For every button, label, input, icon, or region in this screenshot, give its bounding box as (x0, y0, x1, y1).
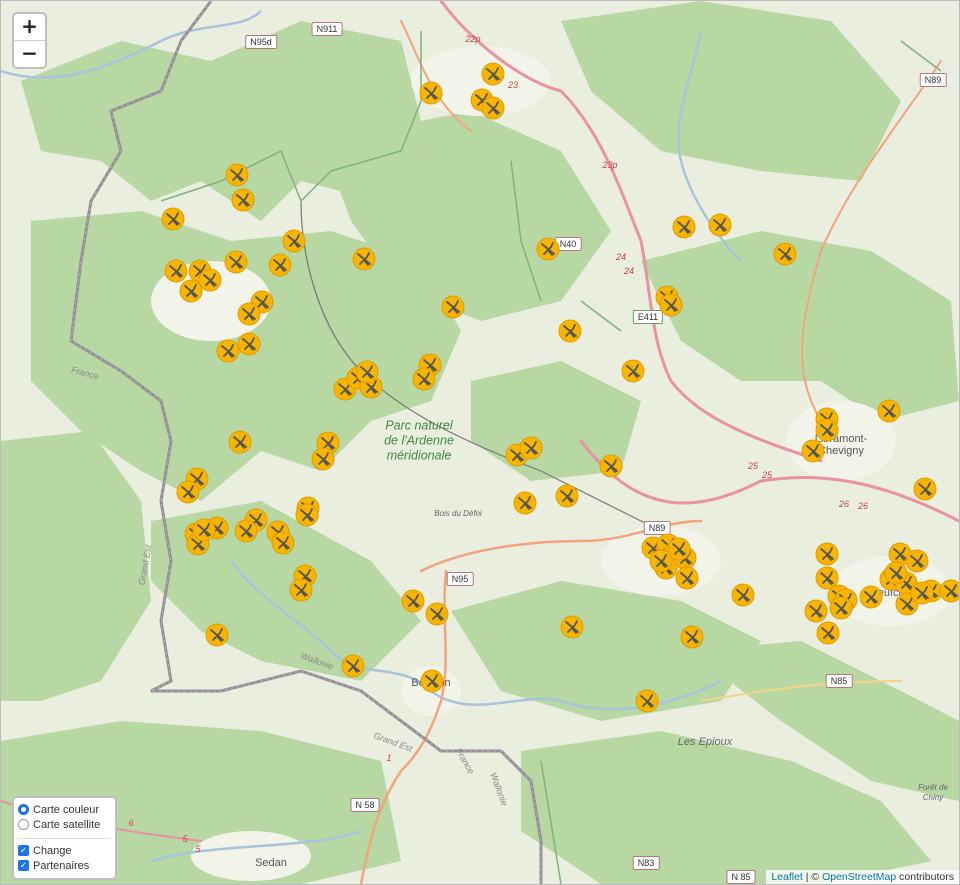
base-layer-option-color[interactable]: Carte couleur (18, 802, 110, 817)
base-layer-label: Carte satellite (33, 818, 101, 831)
zoom-control: + − (12, 12, 47, 69)
satellite-dish-marker-icon[interactable] (599, 454, 623, 478)
radio-selected-icon[interactable] (18, 804, 29, 815)
overlay-option-partenaires[interactable]: ✓ Partenaires (18, 858, 110, 873)
satellite-dish-marker-icon[interactable] (555, 484, 579, 508)
satellite-dish-marker-icon[interactable] (341, 654, 365, 678)
base-layer-label: Carte couleur (33, 803, 100, 816)
satellite-dish-marker-icon[interactable] (773, 242, 797, 266)
satellite-dish-marker-icon[interactable] (667, 537, 691, 561)
satellite-dish-marker-icon[interactable] (675, 566, 699, 590)
satellite-dish-marker-icon[interactable] (560, 615, 584, 639)
overlay-label: Partenaires (33, 859, 90, 872)
map-container[interactable]: Parc naturel de l'Ardenne méridionale Li… (0, 0, 960, 885)
satellite-dish-marker-icon[interactable] (179, 279, 203, 303)
satellite-dish-marker-icon[interactable] (815, 542, 839, 566)
attribution-suffix: contributors (896, 871, 954, 883)
satellite-dish-marker-icon[interactable] (234, 519, 258, 543)
satellite-dish-marker-icon[interactable] (237, 332, 261, 356)
satellite-dish-marker-icon[interactable] (672, 215, 696, 239)
layer-control: Carte couleur Carte satellite ✓ Change ✓… (12, 796, 117, 880)
satellite-dish-marker-icon[interactable] (192, 518, 216, 542)
satellite-dish-marker-icon[interactable] (536, 237, 560, 261)
satellite-dish-marker-icon[interactable] (708, 213, 732, 237)
satellite-dish-marker-icon[interactable] (481, 62, 505, 86)
satellite-dish-marker-icon[interactable] (441, 295, 465, 319)
satellite-dish-marker-icon[interactable] (161, 207, 185, 231)
satellite-dish-marker-icon[interactable] (401, 589, 425, 613)
satellite-dish-marker-icon[interactable] (804, 599, 828, 623)
satellite-dish-marker-icon[interactable] (231, 188, 255, 212)
satellite-dish-marker-icon[interactable] (425, 602, 449, 626)
satellite-dish-marker-icon[interactable] (311, 447, 335, 471)
satellite-dish-marker-icon[interactable] (913, 477, 937, 501)
checkbox-checked-icon[interactable]: ✓ (18, 860, 29, 871)
satellite-dish-marker-icon[interactable] (558, 319, 582, 343)
zoom-in-button[interactable]: + (14, 14, 45, 40)
satellite-dish-marker-icon[interactable] (801, 439, 825, 463)
attribution: Leaflet | © OpenStreetMap contributors (766, 870, 959, 884)
satellite-dish-marker-icon[interactable] (621, 359, 645, 383)
satellite-dish-marker-icon[interactable] (176, 480, 200, 504)
satellite-dish-marker-icon[interactable] (295, 503, 319, 527)
satellite-dish-marker-icon[interactable] (519, 436, 543, 460)
satellite-dish-marker-icon[interactable] (225, 163, 249, 187)
overlay-option-change[interactable]: ✓ Change (18, 843, 110, 858)
satellite-dish-marker-icon[interactable] (352, 247, 376, 271)
satellite-dish-marker-icon[interactable] (268, 253, 292, 277)
satellite-dish-marker-icon[interactable] (939, 579, 959, 603)
satellite-dish-marker-icon[interactable] (419, 81, 443, 105)
satellite-dish-marker-icon[interactable] (420, 669, 444, 693)
satellite-dish-marker-icon[interactable] (815, 418, 839, 442)
satellite-dish-marker-icon[interactable] (731, 583, 755, 607)
satellite-dish-marker-icon[interactable] (659, 293, 683, 317)
satellite-dish-marker-icon[interactable] (905, 549, 929, 573)
satellite-dish-marker-icon[interactable] (289, 578, 313, 602)
overlay-label: Change (33, 844, 72, 857)
satellite-dish-marker-icon[interactable] (164, 259, 188, 283)
satellite-dish-marker-icon[interactable] (859, 585, 883, 609)
satellite-dish-marker-icon[interactable] (877, 399, 901, 423)
satellite-dish-marker-icon[interactable] (513, 491, 537, 515)
attribution-separator: | © (802, 871, 823, 883)
satellite-dish-marker-icon[interactable] (282, 229, 306, 253)
satellite-dish-marker-icon[interactable] (205, 623, 229, 647)
satellite-dish-marker-icon[interactable] (635, 689, 659, 713)
satellite-dish-marker-icon[interactable] (216, 339, 240, 363)
layer-control-divider (18, 838, 110, 839)
radio-unselected-icon[interactable] (18, 819, 29, 830)
satellite-dish-marker-icon[interactable] (237, 302, 261, 326)
zoom-out-button[interactable]: − (14, 40, 45, 67)
satellite-dish-marker-icon[interactable] (829, 596, 853, 620)
satellite-dish-marker-icon[interactable] (355, 360, 379, 384)
satellite-dish-marker-icon[interactable] (680, 625, 704, 649)
marker-layer (161, 62, 959, 713)
satellite-dish-marker-icon[interactable] (271, 531, 295, 555)
satellite-dish-marker-icon[interactable] (228, 430, 252, 454)
satellite-dish-marker-icon[interactable] (412, 367, 436, 391)
osm-link[interactable]: OpenStreetMap (822, 871, 896, 883)
satellite-dish-marker-icon[interactable] (481, 96, 505, 120)
satellite-dish-marker-icon[interactable] (224, 250, 248, 274)
satellite-dish-marker-icon[interactable] (910, 581, 934, 605)
satellite-dish-marker-icon[interactable] (198, 268, 222, 292)
leaflet-link[interactable]: Leaflet (771, 871, 803, 883)
satellite-dish-marker-icon[interactable] (816, 621, 840, 645)
base-layer-option-satellite[interactable]: Carte satellite (18, 817, 110, 832)
checkbox-checked-icon[interactable]: ✓ (18, 845, 29, 856)
satellite-dish-marker-icon[interactable] (884, 561, 908, 585)
